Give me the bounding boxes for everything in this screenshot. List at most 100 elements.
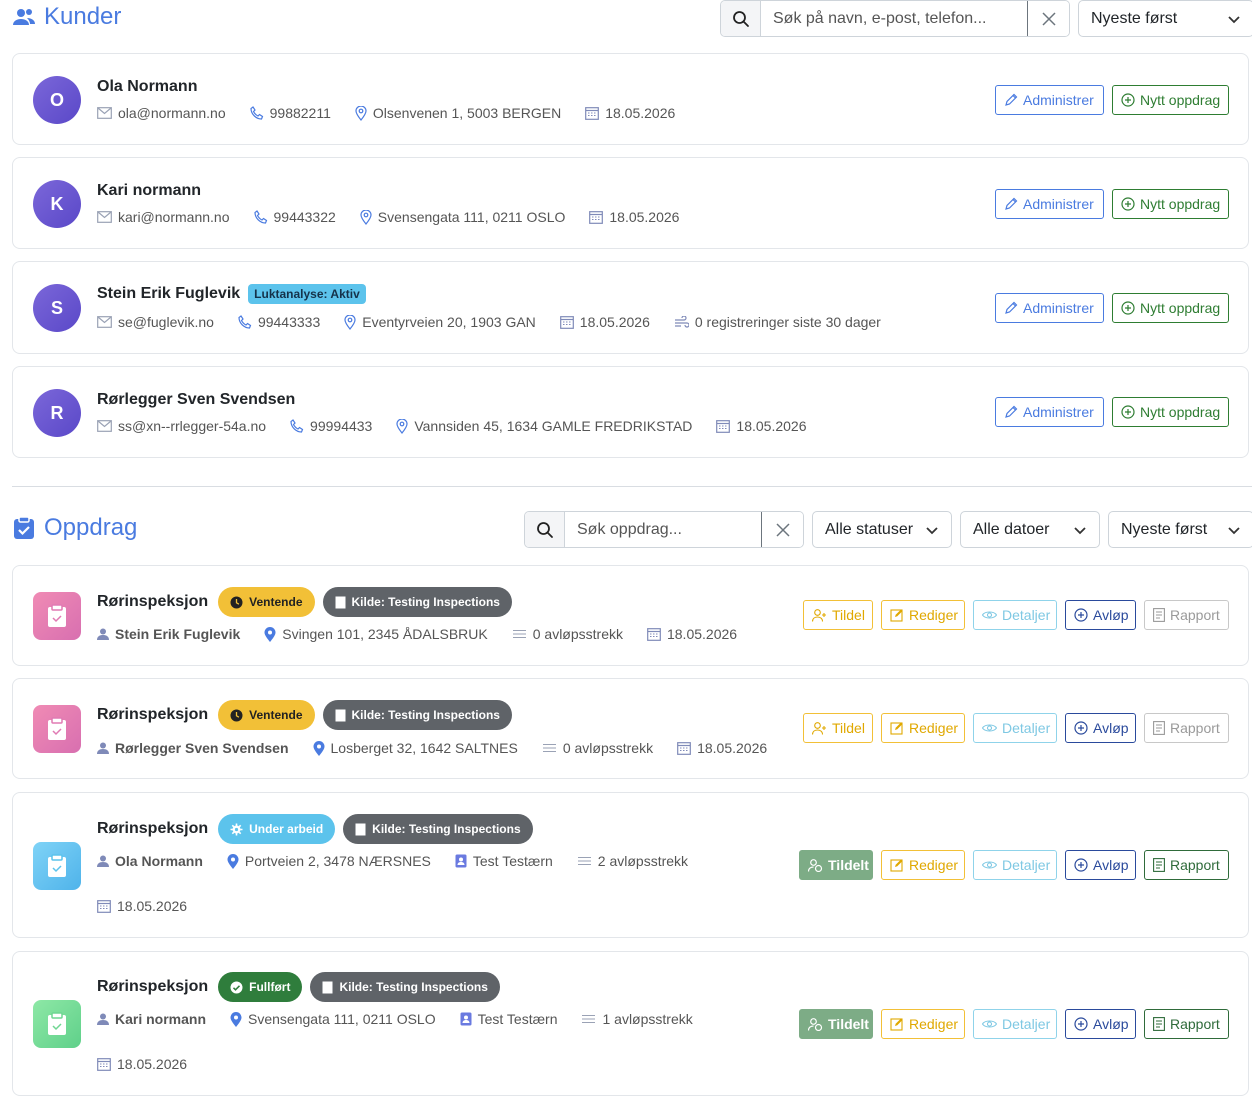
plus-circle-icon bbox=[1074, 1017, 1088, 1031]
user-icon bbox=[97, 1013, 109, 1025]
pencil-icon bbox=[1005, 197, 1018, 210]
document-icon bbox=[355, 823, 366, 835]
task-title-row: Rørinspeksjon Fullført Kilde: Testing In… bbox=[97, 972, 500, 1002]
phone-icon bbox=[253, 210, 267, 224]
tildel-button[interactable]: Tildel bbox=[803, 713, 873, 743]
clear-search-button[interactable] bbox=[761, 512, 803, 547]
kunder-search-input[interactable] bbox=[761, 1, 1027, 36]
clear-search-button[interactable] bbox=[1027, 1, 1069, 36]
tildelt-button[interactable]: Tildelt bbox=[799, 850, 873, 880]
edit-icon bbox=[890, 722, 903, 735]
status-badge: Under arbeid bbox=[218, 814, 336, 844]
source-badge: Kilde: Testing Inspections bbox=[322, 700, 512, 730]
detaljer-button[interactable]: Detaljer bbox=[973, 600, 1057, 630]
id-badge-icon bbox=[460, 1012, 472, 1026]
administrer-button[interactable]: Administrer bbox=[995, 189, 1104, 219]
eye-icon bbox=[982, 1020, 997, 1028]
administrer-button[interactable]: Administrer bbox=[995, 85, 1104, 115]
stream-icon bbox=[542, 743, 556, 753]
rediger-button[interactable]: Rediger bbox=[881, 1009, 965, 1039]
location-pin-icon bbox=[313, 740, 325, 756]
avlop-button[interactable]: Avløp bbox=[1065, 600, 1136, 630]
document-icon bbox=[335, 709, 345, 721]
stream-icon bbox=[512, 629, 526, 639]
report-icon bbox=[1153, 608, 1165, 622]
envelope-icon bbox=[97, 316, 112, 328]
phone-icon bbox=[250, 106, 263, 120]
users-icon bbox=[13, 9, 35, 25]
oppdrag-sort-select[interactable]: Nyeste først bbox=[1108, 511, 1252, 548]
avlop-button[interactable]: Avløp bbox=[1065, 1009, 1136, 1039]
administrer-button[interactable]: Administrer bbox=[995, 293, 1104, 323]
nytt-oppdrag-button[interactable]: Nytt oppdrag bbox=[1112, 397, 1229, 427]
location-pin-icon bbox=[264, 626, 276, 642]
eye-icon bbox=[982, 724, 997, 732]
task-title-row: Rørinspeksjon Under arbeid Kilde: Testin… bbox=[97, 814, 533, 844]
customer-meta: kari@normann.no 99443322 Svensengata 111… bbox=[97, 209, 703, 225]
rapport-button[interactable]: Rapport bbox=[1144, 850, 1229, 880]
kunder-sort-select[interactable]: Nyeste først bbox=[1078, 0, 1252, 37]
clipboard-icon bbox=[33, 842, 81, 890]
calendar-icon bbox=[677, 742, 691, 755]
eye-icon bbox=[982, 611, 997, 619]
avlop-button[interactable]: Avløp bbox=[1065, 850, 1136, 880]
customer-card: R Rørlegger Sven Svendsen ss@xn--rrlegge… bbox=[12, 366, 1249, 458]
customer-card: S Stein Erik Fuglevik Luktanalyse: Aktiv… bbox=[12, 261, 1249, 354]
rediger-button[interactable]: Rediger bbox=[881, 600, 965, 630]
stream-icon bbox=[577, 856, 591, 866]
task-card: Rørinspeksjon Ventende Kilde: Testing In… bbox=[12, 565, 1249, 666]
oppdrag-search-input[interactable] bbox=[565, 512, 761, 547]
task-title-row: Rørinspeksjon Ventende Kilde: Testing In… bbox=[97, 587, 512, 617]
user-check-icon bbox=[808, 1017, 823, 1031]
tildelt-button[interactable]: Tildelt bbox=[799, 1009, 873, 1039]
rediger-button[interactable]: Rediger bbox=[881, 850, 965, 880]
envelope-icon bbox=[97, 107, 112, 119]
status-filter-select[interactable]: Alle statuser bbox=[812, 511, 952, 548]
user-check-icon bbox=[808, 858, 823, 872]
rapport-button[interactable]: Rapport bbox=[1144, 600, 1229, 630]
chevron-down-icon bbox=[1074, 526, 1086, 534]
date-filter-select[interactable]: Alle datoer bbox=[960, 511, 1100, 548]
phone-icon bbox=[290, 419, 304, 433]
customer-meta: ss@xn--rrlegger-54a.no 99994433 Vannside… bbox=[97, 418, 830, 434]
wind-icon bbox=[674, 316, 689, 328]
administrer-button[interactable]: Administrer bbox=[995, 397, 1104, 427]
rapport-button[interactable]: Rapport bbox=[1144, 1009, 1229, 1039]
avlop-button[interactable]: Avløp bbox=[1065, 713, 1136, 743]
source-badge: Kilde: Testing Inspections bbox=[343, 814, 533, 844]
rediger-button[interactable]: Rediger bbox=[881, 713, 965, 743]
pencil-icon bbox=[1005, 93, 1018, 106]
customer-meta: ola@normann.no 99882211 Olsenvenen 1, 50… bbox=[97, 105, 699, 121]
calendar-icon bbox=[97, 900, 111, 913]
nytt-oppdrag-button[interactable]: Nytt oppdrag bbox=[1112, 85, 1229, 115]
luktanalyse-badge: Luktanalyse: Aktiv bbox=[248, 284, 366, 304]
clipboard-check-icon bbox=[14, 516, 34, 539]
nytt-oppdrag-button[interactable]: Nytt oppdrag bbox=[1112, 293, 1229, 323]
user-plus-icon bbox=[812, 608, 826, 622]
gear-icon bbox=[230, 823, 243, 835]
task-meta: Rørlegger Sven Svendsen Losberget 32, 16… bbox=[97, 740, 791, 756]
stream-icon bbox=[582, 1014, 596, 1024]
nytt-oppdrag-button[interactable]: Nytt oppdrag bbox=[1112, 189, 1229, 219]
rapport-button[interactable]: Rapport bbox=[1144, 713, 1229, 743]
location-pin-icon bbox=[355, 105, 367, 121]
document-icon bbox=[322, 981, 333, 993]
chevron-down-icon bbox=[926, 526, 938, 534]
plus-circle-icon bbox=[1074, 608, 1088, 622]
status-badge: Fullført bbox=[218, 972, 303, 1002]
calendar-icon bbox=[647, 628, 661, 641]
phone-icon bbox=[238, 315, 252, 329]
detaljer-button[interactable]: Detaljer bbox=[973, 850, 1057, 880]
status-badge: Ventende bbox=[218, 587, 315, 617]
detaljer-button[interactable]: Detaljer bbox=[973, 1009, 1057, 1039]
user-plus-icon bbox=[812, 721, 826, 735]
clock-icon bbox=[230, 596, 243, 608]
user-icon bbox=[97, 628, 109, 640]
detaljer-button[interactable]: Detaljer bbox=[973, 713, 1057, 743]
oppdrag-title: Oppdrag bbox=[12, 514, 137, 542]
check-circle-icon bbox=[230, 981, 243, 993]
tildel-button[interactable]: Tildel bbox=[803, 600, 873, 630]
close-icon bbox=[775, 522, 790, 537]
avatar: S bbox=[33, 284, 81, 332]
task-meta: Stein Erik Fuglevik Svingen 101, 2345 ÅD… bbox=[97, 626, 761, 642]
